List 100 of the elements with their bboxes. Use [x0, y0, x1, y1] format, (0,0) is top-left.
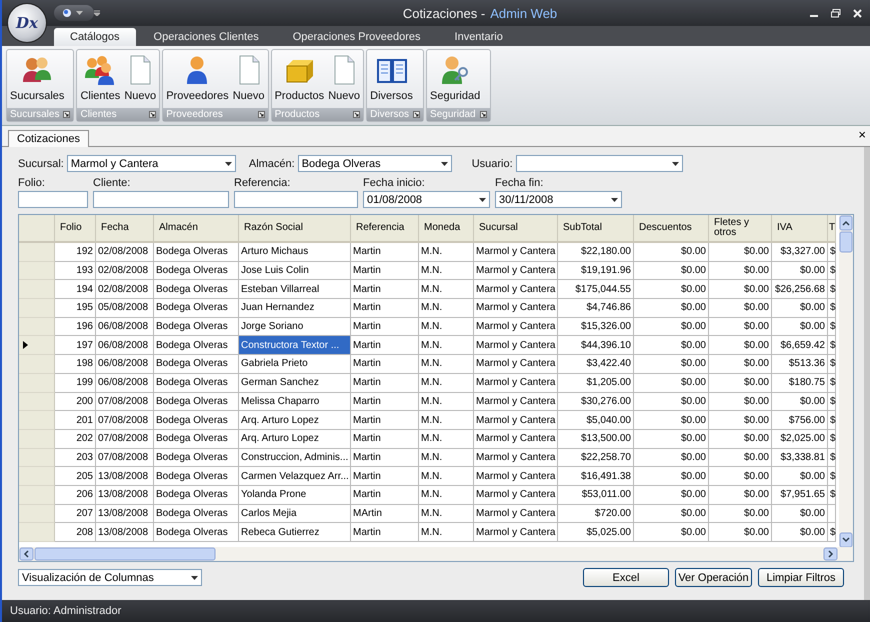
action-button[interactable]: Limpiar Filtros [758, 568, 844, 587]
customize-icon[interactable] [94, 10, 100, 16]
ribbon-button[interactable]: Nuevo [327, 52, 362, 104]
row-header[interactable] [19, 336, 55, 356]
table-cell: Bodega Olveras [154, 262, 239, 280]
action-button[interactable]: Ver Operación [675, 568, 752, 587]
table-cell: $0.00 [709, 504, 772, 524]
input-field[interactable] [234, 191, 358, 208]
column-header[interactable]: Referencia [351, 215, 419, 243]
table-cell: Bodega Olveras [154, 374, 239, 392]
column-header[interactable]: Fecha [96, 215, 154, 243]
table-cell: 13/08/2008 [96, 467, 154, 486]
vertical-scrollbar[interactable] [839, 215, 853, 548]
table-cell: $0.00 [772, 318, 828, 336]
table-cell: $0.00 [709, 430, 772, 449]
table-cell: $ [828, 448, 836, 468]
ribbon-button[interactable]: Clientes [79, 52, 122, 104]
table-cell: $0.00 [772, 299, 828, 318]
table-cell: $0.00 [634, 430, 709, 449]
field-label: Usuario: [472, 158, 513, 170]
field-label: Sucursal: [18, 158, 64, 170]
dropdown-arrow-icon[interactable] [479, 198, 486, 202]
dialog-launcher-icon[interactable] [258, 111, 265, 118]
column-header[interactable]: Fletes y otros [709, 215, 772, 243]
column-header[interactable]: Descuentos [634, 215, 709, 243]
table-cell: 06/08/2008 [96, 355, 154, 374]
ribbon-button[interactable]: Diversos [369, 52, 414, 104]
table-cell: Marmol y Cantera [474, 318, 558, 336]
ribbon-button[interactable]: Nuevo [123, 52, 158, 104]
table-cell: Arq. Arturo Lopez [239, 411, 351, 430]
dropdown[interactable]: Visualización de Columnas [18, 569, 202, 586]
column-header[interactable]: Razón Social [239, 215, 351, 243]
dialog-launcher-icon[interactable] [353, 111, 360, 118]
table-cell: $ [828, 411, 836, 430]
dropdown[interactable]: Bodega Olveras [298, 155, 452, 172]
table-cell: Martin [351, 318, 419, 336]
close-icon[interactable] [853, 8, 862, 18]
horizontal-scrollbar[interactable] [19, 547, 853, 561]
document-tab[interactable]: Cotizaciones [8, 130, 89, 147]
column-header[interactable]: IVA [772, 215, 828, 243]
table-cell: Martin [351, 336, 419, 356]
group-icon [84, 54, 116, 86]
restore-icon[interactable] [831, 8, 841, 18]
table-cell: $ [828, 355, 836, 374]
ribbon-tab[interactable]: Operaciones Clientes [138, 28, 275, 46]
dropdown-arrow-icon[interactable] [440, 162, 448, 166]
table-cell: Martin [351, 280, 419, 300]
dropdown-arrow-icon[interactable] [611, 198, 618, 202]
table-cell: $ [828, 486, 836, 505]
date-picker[interactable]: 30/11/2008 [495, 191, 622, 208]
dialog-launcher-icon[interactable] [149, 111, 156, 118]
dialog-launcher-icon[interactable] [413, 111, 420, 118]
dialog-launcher-icon[interactable] [63, 111, 70, 118]
table-cell: Rebeca Gutierrez [239, 523, 351, 542]
dropdown-arrow-icon[interactable] [191, 576, 198, 580]
ribbon-button[interactable]: Nuevo [232, 52, 266, 104]
table-cell: $513.36 [772, 355, 828, 374]
table-cell: 13/08/2008 [96, 504, 154, 524]
ribbon-button[interactable]: Seguridad [429, 52, 482, 104]
table-cell: M.N. [419, 299, 474, 318]
dropdown[interactable]: Marmol y Cantera [66, 155, 236, 172]
date-picker[interactable]: 01/08/2008 [363, 191, 490, 208]
dialog-launcher-icon[interactable] [480, 111, 487, 118]
table-cell: $0.00 [634, 467, 709, 486]
close-button[interactable]: × [858, 127, 866, 142]
action-button[interactable]: Excel [583, 568, 669, 587]
column-header[interactable]: Moneda [419, 215, 474, 243]
ribbon-tab[interactable]: Catálogos [54, 28, 136, 46]
column-header[interactable]: Almacén [154, 215, 239, 243]
quick-access-toolbar[interactable] [54, 5, 94, 21]
column-header[interactable]: Sucursal [474, 215, 558, 243]
table-cell: Marmol y Cantera [474, 355, 558, 374]
input-field[interactable] [18, 191, 88, 208]
group-label: Diversos [370, 109, 410, 120]
ribbon-tab[interactable]: Inventario [438, 28, 519, 46]
table-cell: $ [828, 374, 836, 392]
ribbon-button[interactable]: Sucursales [9, 52, 66, 104]
ribbon-button[interactable]: Proveedores [165, 52, 230, 104]
table-cell: Bodega Olveras [154, 467, 239, 486]
table-cell: Melissa Chaparro [239, 392, 351, 412]
table-cell: Martin [351, 374, 419, 392]
table-cell: $2,025.00 [772, 430, 828, 449]
column-header[interactable]: T [828, 215, 836, 243]
input-field[interactable] [93, 191, 229, 208]
table-cell: Marmol y Cantera [474, 392, 558, 412]
table-cell: $720.00 [558, 504, 634, 524]
ribbon-button[interactable]: Productos [274, 52, 326, 104]
table-cell: Martin [351, 467, 419, 486]
column-header[interactable]: Folio [55, 215, 96, 243]
table-cell: $ [828, 467, 836, 486]
column-header[interactable]: SubTotal [558, 215, 634, 243]
ribbon-tab[interactable]: Operaciones Proveedores [276, 28, 437, 46]
dropdown-arrow-icon[interactable] [224, 162, 232, 166]
table-cell: German Sanchez [239, 374, 351, 392]
save-icon[interactable] [62, 8, 72, 18]
table-cell: $ [828, 243, 836, 262]
table-cell: MArtin [351, 504, 419, 524]
table-cell: 197 [55, 336, 96, 356]
table-cell: Bodega Olveras [154, 523, 239, 542]
dropdown-arrow-icon[interactable] [672, 162, 679, 166]
